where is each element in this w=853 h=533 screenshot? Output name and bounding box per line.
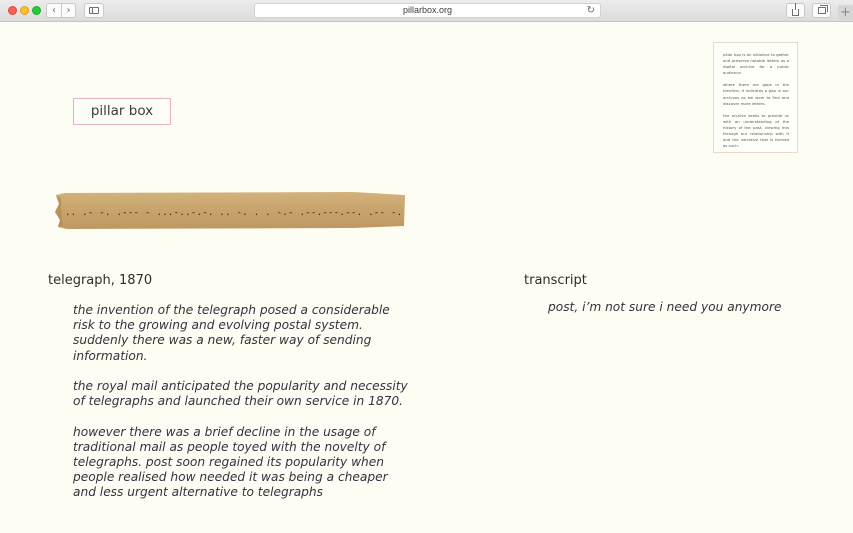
forward-button[interactable]: › bbox=[61, 3, 76, 18]
show-tabs-button[interactable] bbox=[812, 3, 831, 18]
share-icon bbox=[792, 2, 799, 16]
article-paragraph: however there was a brief decline in the… bbox=[73, 424, 388, 500]
sidebar-toggle-button[interactable] bbox=[84, 3, 104, 18]
section-title-telegraph: telegraph, 1870 bbox=[48, 273, 153, 288]
site-logo[interactable]: pillar box bbox=[73, 98, 171, 125]
about-paragraph: where there are gaps in the timeline, it… bbox=[723, 82, 789, 106]
sidebar-icon bbox=[89, 7, 99, 14]
plus-icon: + bbox=[840, 5, 851, 20]
telegraph-tape-image: .. .- -. .--- - ...-..-.-. .. -. . . -.-… bbox=[55, 192, 406, 229]
transcript-text: post, i’m not sure i need you anymore bbox=[548, 300, 782, 314]
chevron-right-icon: › bbox=[66, 4, 71, 16]
about-paragraph: pillar box is an initiative to gather an… bbox=[723, 52, 789, 76]
browser-toolbar: ‹ › pillarbox.org ↻ + bbox=[0, 0, 853, 22]
logo-text: pillar box bbox=[90, 103, 154, 119]
article-paragraph: the royal mail anticipated the popularit… bbox=[73, 379, 408, 409]
new-tab-button[interactable]: + bbox=[838, 5, 853, 20]
back-button[interactable]: ‹ bbox=[46, 3, 61, 18]
share-button[interactable] bbox=[786, 2, 805, 18]
about-paragraph: the archive seeks to provide us with an … bbox=[723, 112, 789, 149]
chevron-left-icon: ‹ bbox=[52, 4, 56, 16]
tape-morse-code: .. .- -. .--- - ...-..-.-. .. -. . . -.-… bbox=[65, 208, 406, 218]
about-card: pillar box is an initiative to gather an… bbox=[713, 42, 798, 153]
maximize-window-button[interactable] bbox=[32, 6, 41, 15]
minimize-window-button[interactable] bbox=[20, 6, 29, 15]
article-paragraph: the invention of the telegraph posed a c… bbox=[73, 303, 390, 363]
tabs-icon bbox=[817, 5, 828, 14]
article-body: the invention of the telegraph posed a c… bbox=[73, 303, 413, 516]
address-bar[interactable]: pillarbox.org ↻ bbox=[254, 3, 601, 18]
reload-icon[interactable]: ↻ bbox=[587, 4, 595, 17]
close-window-button[interactable] bbox=[8, 6, 17, 15]
section-title-transcript: transcript bbox=[524, 273, 587, 288]
url-text: pillarbox.org bbox=[402, 5, 453, 15]
